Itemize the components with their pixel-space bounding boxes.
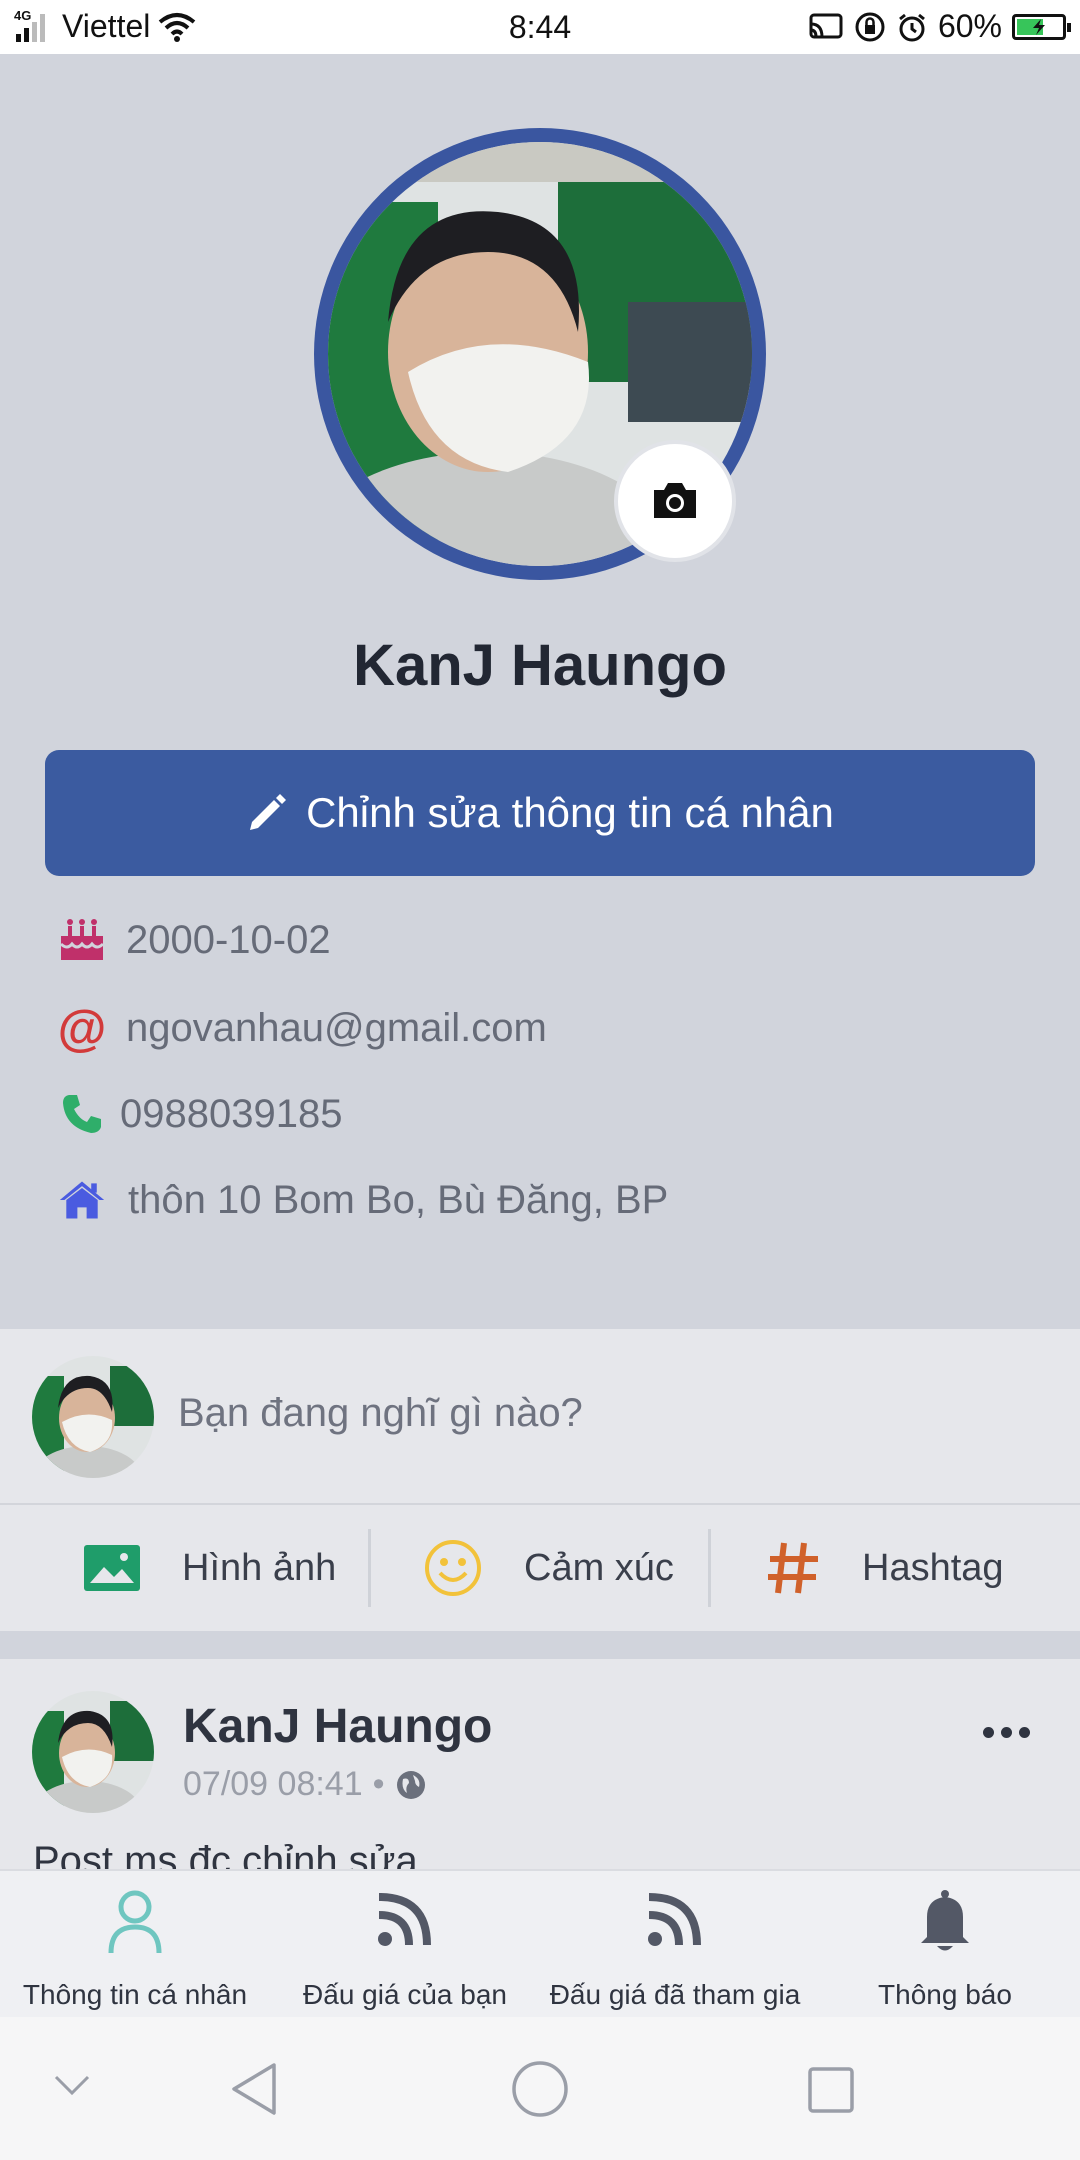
nav-notifications-label: Thông báo xyxy=(878,1979,1012,2010)
phone-row: 0988039185 xyxy=(58,1090,342,1138)
nav-profile[interactable]: Thông tin cá nhân xyxy=(0,1871,270,2017)
hashtag-icon xyxy=(768,1542,818,1594)
phone-value: 0988039185 xyxy=(120,1091,343,1136)
battery-icon xyxy=(1012,13,1071,40)
composer-avatar xyxy=(32,1356,154,1478)
battery-percent: 60% xyxy=(937,8,1002,44)
nav-notifications[interactable]: Thông báo xyxy=(810,1871,1080,2017)
post-meta: 07/09 08:41 • xyxy=(183,1765,427,1804)
add-feeling-button[interactable]: Cảm xúc xyxy=(424,1505,674,1631)
composer-actions: Hình ảnh Cảm xúc Hashtag xyxy=(0,1505,1080,1631)
email-row: @ ngovanhau@gmail.com xyxy=(57,1000,547,1056)
camera-icon xyxy=(654,483,696,518)
add-image-button[interactable]: Hình ảnh xyxy=(84,1505,336,1631)
bottom-nav: Thông tin cá nhân Đấu giá của bạn Đấu gi… xyxy=(0,1869,1080,2017)
at-sign-icon: @ xyxy=(57,1000,107,1056)
post-author-avatar[interactable] xyxy=(32,1691,154,1813)
post-composer: Bạn đang nghĩ gì nào? xyxy=(0,1329,1080,1503)
phone-icon xyxy=(58,1090,106,1138)
cast-icon xyxy=(809,13,843,38)
home-icon xyxy=(58,1176,106,1224)
add-image-label: Hình ảnh xyxy=(182,1546,337,1589)
separator xyxy=(368,1529,371,1607)
profile-header: KanJ Haungo Chỉnh sửa thông tin cá nhân … xyxy=(0,54,1080,1329)
globe-icon xyxy=(396,1770,425,1799)
alarm-icon xyxy=(899,13,925,41)
post-text: Post ms đc chỉnh sửa xyxy=(33,1839,418,1869)
system-nav-bar xyxy=(0,2017,1080,2160)
nav-profile-label: Thông tin cá nhân xyxy=(22,1979,248,2010)
dot-icon xyxy=(983,1727,994,1738)
edit-profile-button[interactable]: Chỉnh sửa thông tin cá nhân xyxy=(45,750,1035,876)
change-photo-button[interactable] xyxy=(614,440,736,562)
birthday-value: 2000-10-02 xyxy=(126,917,331,962)
composer-input[interactable]: Bạn đang nghĩ gì nào? xyxy=(178,1391,583,1436)
post-more-button[interactable] xyxy=(983,1727,1030,1738)
home-circle-icon[interactable] xyxy=(510,2059,570,2119)
nav-joined-auctions-label: Đấu giá đã tham gia xyxy=(549,1979,801,2010)
profile-name: KanJ Haungo xyxy=(353,633,727,698)
meta-separator: • xyxy=(372,1765,385,1803)
nav-joined-auctions[interactable]: Đấu giá đã tham gia xyxy=(540,1871,810,2017)
birthday-row: 2000-10-02 xyxy=(58,916,331,964)
add-feeling-label: Cảm xúc xyxy=(524,1546,674,1589)
post-card: KanJ Haungo 07/09 08:41 • Post ms đc chỉ… xyxy=(0,1659,1080,1869)
nav-my-auctions-label: Đấu giá của bạn xyxy=(303,1979,507,2010)
user-icon xyxy=(108,1890,162,1954)
edit-profile-label: Chỉnh sửa thông tin cá nhân xyxy=(306,789,834,836)
rss-icon xyxy=(648,1893,701,1946)
address-value: thôn 10 Bom Bo, Bù Đăng, BP xyxy=(128,1177,669,1222)
address-row: thôn 10 Bom Bo, Bù Đăng, BP xyxy=(58,1176,668,1224)
back-icon[interactable] xyxy=(228,2061,280,2117)
recents-square-icon[interactable] xyxy=(806,2065,856,2115)
birthday-cake-icon xyxy=(58,916,106,964)
rss-icon xyxy=(378,1893,431,1946)
image-icon xyxy=(84,1545,140,1591)
email-value: ngovanhau@gmail.com xyxy=(126,1005,547,1050)
separator xyxy=(708,1529,711,1607)
bell-icon xyxy=(921,1890,969,1951)
rotation-lock-icon xyxy=(855,12,885,41)
section-gap xyxy=(0,1631,1080,1659)
add-hashtag-button[interactable]: Hashtag xyxy=(766,1505,1004,1631)
chevron-down-icon[interactable] xyxy=(52,2073,92,2097)
smiley-icon xyxy=(425,1540,481,1596)
status-bar: 4G Viettel 8:44 60% xyxy=(0,0,1080,54)
nav-my-auctions[interactable]: Đấu giá của bạn xyxy=(270,1871,540,2017)
post-time: 07/09 08:41 xyxy=(183,1765,363,1803)
post-author-name[interactable]: KanJ Haungo xyxy=(183,1699,492,1754)
dot-icon xyxy=(1001,1727,1012,1738)
dot-icon xyxy=(1019,1727,1030,1738)
add-hashtag-label: Hashtag xyxy=(862,1546,1004,1589)
pencil-icon xyxy=(250,794,287,830)
